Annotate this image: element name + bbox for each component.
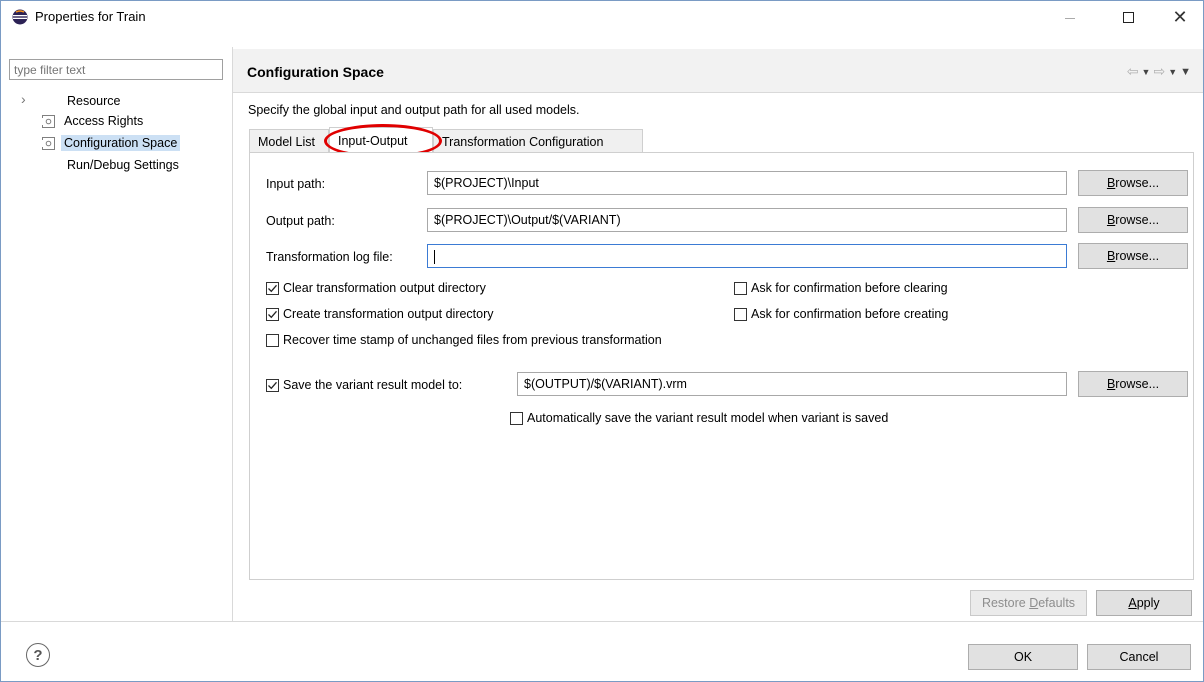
window-title: Properties for Train: [35, 9, 146, 24]
view-menu-icon[interactable]: ▼: [1180, 66, 1191, 78]
checkbox-unchecked-icon: [266, 333, 279, 347]
button-label: Restore Defaults: [981, 596, 1076, 610]
checkbox-label: Automatically save the variant result mo…: [527, 411, 889, 425]
button-label: Browse...: [1106, 213, 1160, 227]
minimize-button[interactable]: [1047, 1, 1093, 33]
close-icon: ✕: [1172, 6, 1188, 27]
page-description: Specify the global input and output path…: [248, 103, 580, 117]
chevron-right-icon[interactable]: ›: [21, 91, 26, 107]
back-dropdown-icon[interactable]: ▼: [1142, 67, 1151, 77]
confirm-create-checkbox[interactable]: Ask for confirmation before creating: [734, 307, 948, 321]
button-label: Cancel: [1119, 650, 1159, 664]
checkbox-label: Clear transformation output directory: [283, 281, 486, 295]
tree-item-configuration-space[interactable]: Configuration Space: [41, 133, 181, 153]
confirm-clear-checkbox[interactable]: Ask for confirmation before clearing: [734, 281, 948, 295]
footer-separator: [1, 621, 1203, 622]
clear-output-dir-checkbox[interactable]: Clear transformation output directory: [266, 281, 486, 295]
checkbox-label: Create transformation output directory: [283, 307, 494, 321]
tab-input-output[interactable]: Input-Output: [329, 127, 433, 153]
input-path-field[interactable]: $(PROJECT)\Input: [427, 171, 1067, 195]
tree-item-label: Access Rights: [64, 114, 144, 128]
checkbox-label: Save the variant result model to:: [283, 378, 463, 392]
pane-splitter[interactable]: [232, 47, 233, 621]
button-label: Browse...: [1106, 249, 1160, 263]
checkbox-label: Ask for confirmation before creating: [751, 307, 949, 321]
log-file-browse-button[interactable]: Browse...: [1078, 243, 1188, 269]
maximize-icon: [1122, 11, 1134, 23]
log-file-label: Transformation log file:: [266, 250, 393, 264]
checkbox-checked-icon: [266, 307, 279, 321]
page-header: Configuration Space ⇦ ▼ ⇨ ▼ ▼: [233, 49, 1203, 93]
input-path-value: $(PROJECT)\Input: [434, 176, 539, 190]
checkbox-checked-icon: [266, 378, 279, 392]
eclipse-app-icon: [12, 9, 28, 25]
help-icon[interactable]: ?: [26, 643, 50, 667]
tree-item-resource[interactable]: › Resource: [1, 91, 124, 111]
tab-transformation-configuration[interactable]: Transformation Configuration: [433, 129, 643, 153]
forward-arrow-icon[interactable]: ⇨: [1153, 63, 1165, 80]
help-glyph: ?: [33, 646, 43, 664]
tree-item-label: Run/Debug Settings: [67, 158, 179, 172]
close-button[interactable]: ✕: [1157, 1, 1203, 33]
tree-item-access-rights[interactable]: Access Rights: [41, 111, 146, 131]
forward-dropdown-icon[interactable]: ▼: [1168, 67, 1177, 77]
button-label: OK: [1013, 650, 1033, 664]
output-path-label: Output path:: [266, 214, 335, 228]
minimize-icon: [1065, 17, 1075, 19]
restore-defaults-button[interactable]: Restore Defaults: [970, 590, 1087, 616]
maximize-button[interactable]: [1105, 1, 1151, 33]
checkbox-checked-icon: [266, 281, 279, 295]
tab-model-list[interactable]: Model List: [249, 129, 329, 153]
output-path-field[interactable]: $(PROJECT)\Output/$(VARIANT): [427, 208, 1067, 232]
tab-label: Input-Output: [338, 133, 408, 148]
button-label: Browse...: [1106, 377, 1160, 391]
output-path-browse-button[interactable]: Browse...: [1078, 207, 1188, 233]
input-path-browse-button[interactable]: Browse...: [1078, 170, 1188, 196]
properties-page-icon: [41, 136, 55, 150]
output-path-value: $(PROJECT)\Output/$(VARIANT): [434, 213, 621, 227]
properties-dialog: Properties for Train ✕ › Resource Access…: [0, 0, 1204, 682]
variant-result-path-field[interactable]: $(OUTPUT)/$(VARIANT).vrm: [517, 372, 1067, 396]
apply-button[interactable]: Apply: [1096, 590, 1192, 616]
properties-page-icon: [41, 114, 55, 128]
filter-input[interactable]: [9, 59, 223, 80]
tree-item-label: Resource: [67, 94, 121, 108]
checkbox-label: Ask for confirmation before clearing: [751, 281, 948, 295]
ok-button[interactable]: OK: [968, 644, 1078, 670]
preference-tree-pane: › Resource Access Rights Configuration S…: [1, 47, 232, 621]
history-navigation: ⇦ ▼ ⇨ ▼ ▼: [1127, 63, 1191, 80]
title-bar[interactable]: Properties for Train ✕: [1, 1, 1203, 33]
recover-timestamp-checkbox[interactable]: Recover time stamp of unchanged files fr…: [266, 333, 662, 347]
back-arrow-icon[interactable]: ⇦: [1127, 63, 1139, 80]
variant-result-path-value: $(OUTPUT)/$(VARIANT).vrm: [524, 377, 687, 391]
checkbox-unchecked-icon: [734, 281, 747, 295]
create-output-dir-checkbox[interactable]: Create transformation output directory: [266, 307, 494, 321]
cancel-button[interactable]: Cancel: [1087, 644, 1191, 670]
input-path-label: Input path:: [266, 177, 326, 191]
variant-result-browse-button[interactable]: Browse...: [1078, 371, 1188, 397]
auto-save-variant-checkbox[interactable]: Automatically save the variant result mo…: [510, 411, 888, 425]
tree-item-label: Configuration Space: [61, 135, 181, 151]
page-title: Configuration Space: [247, 64, 384, 80]
checkbox-label: Recover time stamp of unchanged files fr…: [283, 333, 662, 347]
tab-label: Model List: [258, 134, 315, 149]
text-caret: [434, 249, 435, 264]
tree-item-run-debug-settings[interactable]: Run/Debug Settings: [64, 155, 182, 175]
button-label: Browse...: [1106, 176, 1160, 190]
checkbox-unchecked-icon: [510, 411, 523, 425]
log-file-field[interactable]: [427, 244, 1067, 268]
save-variant-checkbox[interactable]: Save the variant result model to:: [266, 378, 462, 392]
checkbox-unchecked-icon: [734, 307, 747, 321]
button-label: Apply: [1128, 596, 1160, 610]
tab-label: Transformation Configuration: [442, 134, 604, 149]
